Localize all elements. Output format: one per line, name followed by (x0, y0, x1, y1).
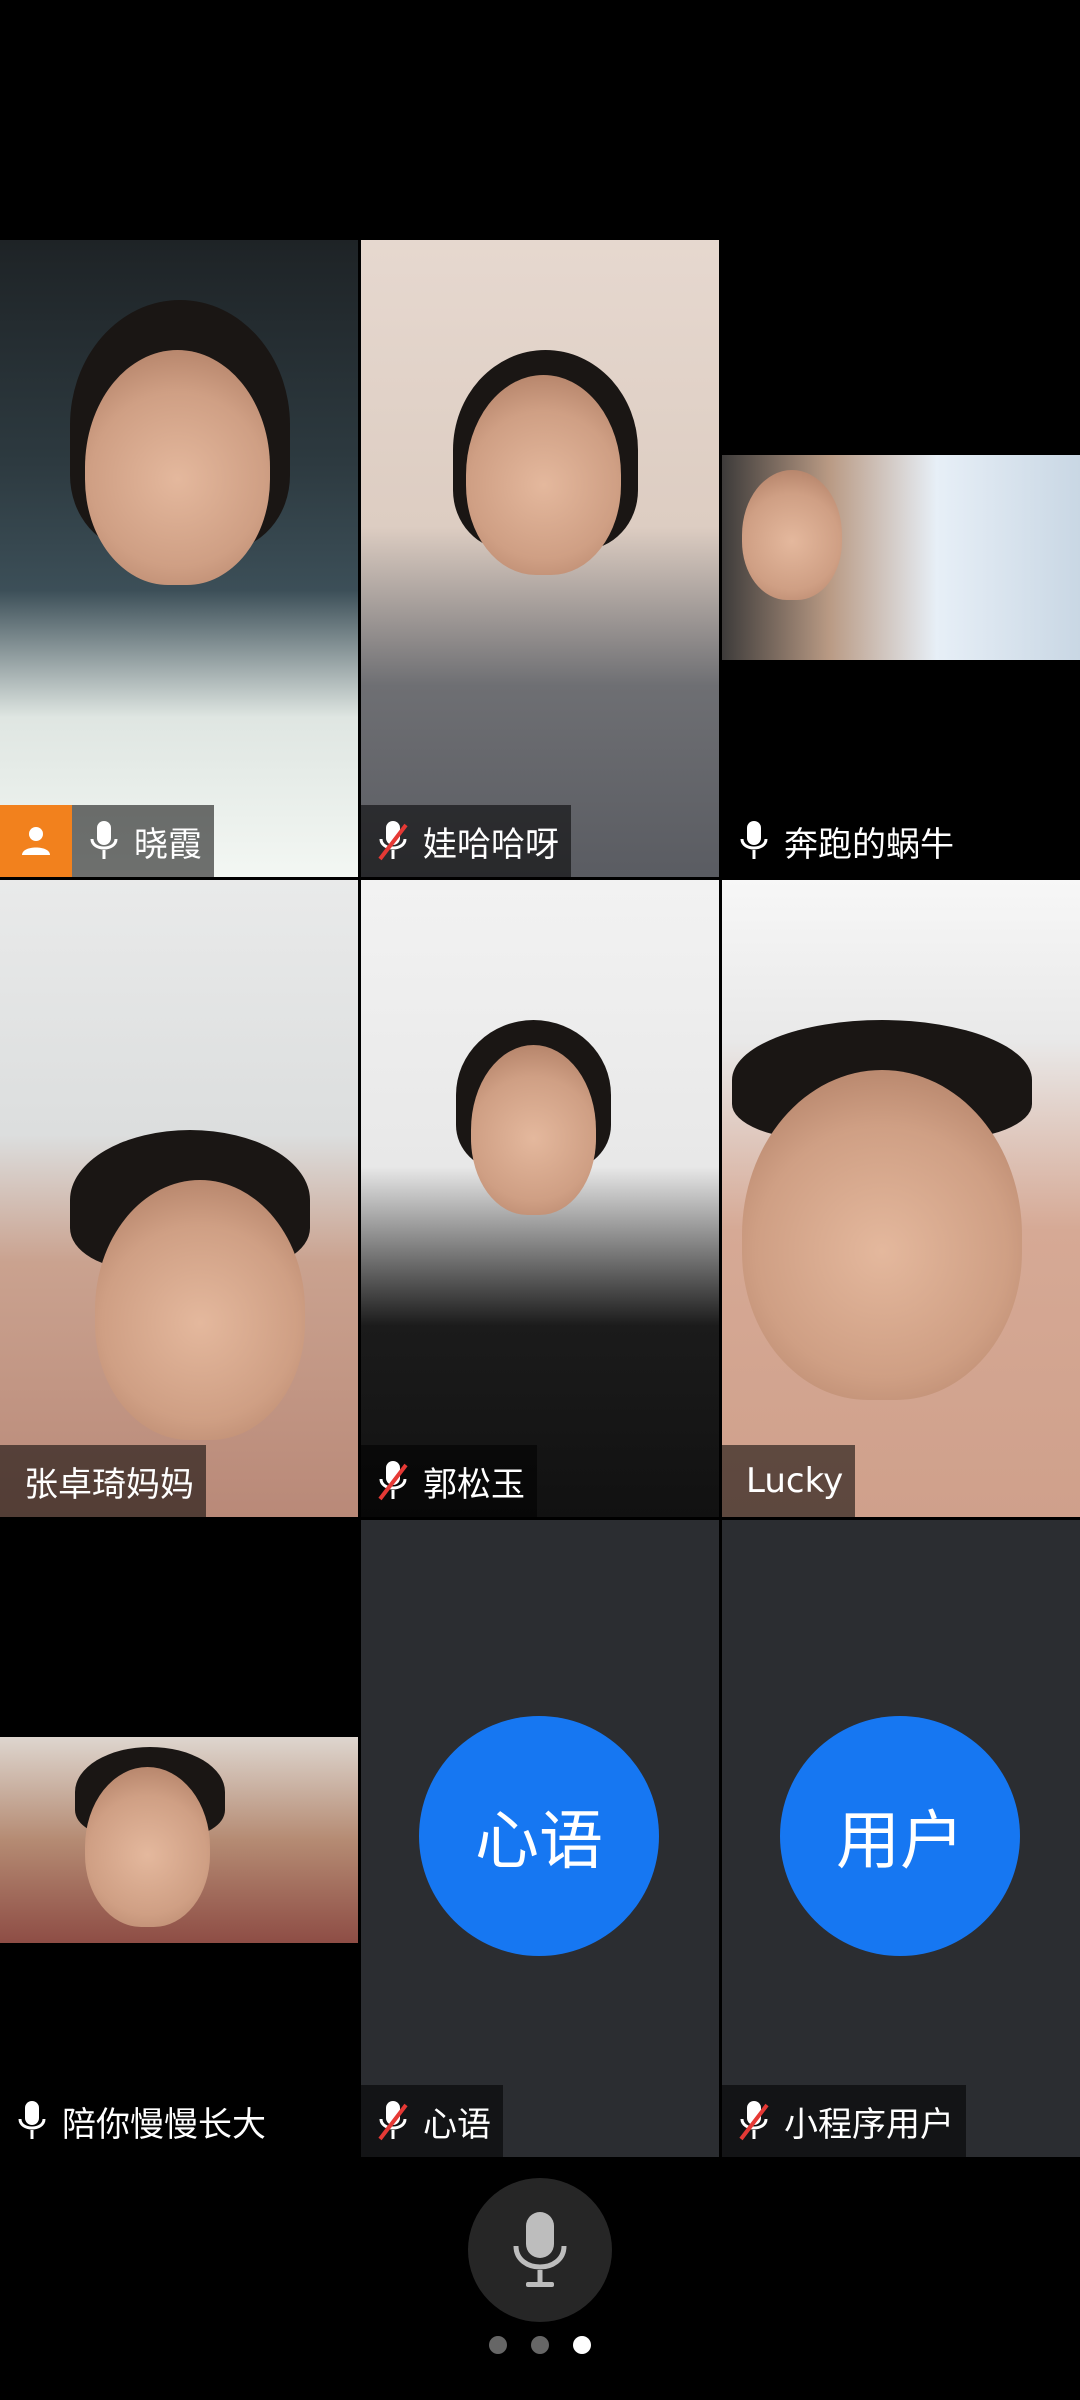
participant-label: 晓霞 (0, 805, 214, 877)
participant-name: 心语 (423, 2104, 491, 2145)
participant-tile-7[interactable]: 陪你慢慢长大 (0, 1520, 358, 2157)
page-indicator (0, 2336, 1080, 2354)
microphone-icon (12, 2098, 52, 2144)
participant-tile-1[interactable]: 晓霞 (0, 240, 358, 877)
page-dot-1[interactable] (489, 2336, 507, 2354)
participant-tile-6[interactable]: Lucky (722, 880, 1080, 1517)
video-feed (361, 240, 719, 877)
microphone-muted-icon (373, 2098, 413, 2144)
video-feed (0, 240, 358, 877)
participant-name: 奔跑的蜗牛 (784, 824, 954, 865)
participant-label: 娃哈哈呀 (361, 805, 571, 877)
microphone-icon (513, 2212, 567, 2287)
participant-name: 小程序用户 (784, 2104, 954, 2145)
person-icon (0, 805, 72, 877)
video-feed (0, 880, 358, 1517)
participant-tile-5[interactable]: 郭松玉 (361, 880, 719, 1517)
video-grid: 晓霞 娃哈哈呀 奔跑的蜗牛 张卓琦妈妈 郭松玉 Lucky 陪你慢慢长大 心语 … (0, 240, 1080, 2157)
video-feed (722, 880, 1080, 1517)
participant-name: Lucky (746, 1461, 844, 1501)
participant-label: 郭松玉 (361, 1445, 537, 1517)
participant-tile-9[interactable]: 用户 小程序用户 (722, 1520, 1080, 2157)
microphone-muted-icon (373, 1458, 413, 1504)
page-dot-2[interactable] (531, 2336, 549, 2354)
microphone-muted-icon (373, 818, 413, 864)
avatar: 心语 (419, 1716, 659, 1956)
participant-name: 张卓琦妈妈 (24, 1464, 194, 1505)
participant-tile-3[interactable]: 奔跑的蜗牛 (722, 240, 1080, 877)
avatar: 用户 (780, 1716, 1020, 1956)
participant-name: 陪你慢慢长大 (62, 2104, 266, 2145)
page-dot-3[interactable] (573, 2336, 591, 2354)
video-feed (0, 1737, 358, 1943)
participant-label: 张卓琦妈妈 (0, 1445, 206, 1517)
participant-label: 奔跑的蜗牛 (722, 805, 966, 877)
participant-name: 娃哈哈呀 (423, 824, 559, 865)
participant-label: 陪你慢慢长大 (0, 2085, 278, 2157)
participant-label: Lucky (722, 1445, 856, 1517)
microphone-muted-icon (734, 2098, 774, 2144)
video-feed (722, 455, 1080, 660)
participant-name: 郭松玉 (423, 1464, 525, 1505)
participant-tile-4[interactable]: 张卓琦妈妈 (0, 880, 358, 1517)
video-feed (361, 880, 719, 1517)
participant-label: 心语 (361, 2085, 503, 2157)
microphone-icon (84, 818, 124, 864)
microphone-icon (734, 818, 774, 864)
participant-name: 晓霞 (134, 824, 202, 865)
participant-tile-8[interactable]: 心语 心语 (361, 1520, 719, 2157)
participant-tile-2[interactable]: 娃哈哈呀 (361, 240, 719, 877)
microphone-button[interactable] (468, 2178, 612, 2322)
participant-label: 小程序用户 (722, 2085, 966, 2157)
